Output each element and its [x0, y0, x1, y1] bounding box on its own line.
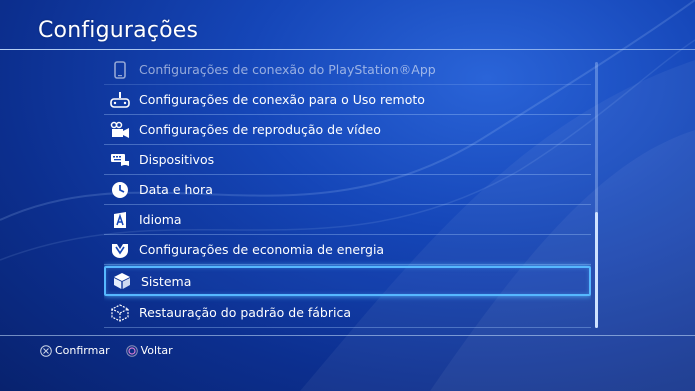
back-button[interactable]: Voltar: [125, 344, 173, 357]
list-item-power-saving[interactable]: Configurações de economia de energia: [104, 235, 591, 265]
list-item-label: Data e hora: [139, 182, 213, 197]
list-item-video-playback[interactable]: Configurações de reprodução de vídeo: [104, 115, 591, 145]
list-item-label: Configurações de conexão do PlayStation®…: [139, 62, 436, 77]
scrollbar[interactable]: [595, 62, 598, 328]
list-item-devices[interactable]: Dispositivos: [104, 145, 591, 175]
scrollbar-thumb[interactable]: [595, 212, 598, 328]
keyboard-controller-icon: [110, 150, 130, 170]
list-item-remote-play[interactable]: Configurações de conexão para o Uso remo…: [104, 85, 591, 115]
back-label: Voltar: [140, 344, 173, 357]
list-item-date-time[interactable]: Data e hora: [104, 175, 591, 205]
language-icon: [110, 210, 130, 230]
list-item-label: Idioma: [139, 212, 182, 227]
clock-icon: [110, 180, 130, 200]
power-saving-icon: [110, 240, 130, 260]
list-item-label: Restauração do padrão de fábrica: [139, 305, 352, 320]
list-item-playstation-app[interactable]: Configurações de conexão do PlayStation®…: [104, 55, 591, 85]
list-item-label: Configurações de reprodução de vídeo: [139, 122, 381, 137]
list-item-label: Dispositivos: [139, 152, 215, 167]
factory-reset-icon: [110, 303, 130, 323]
footer-divider: [0, 335, 695, 336]
list-item-system[interactable]: Sistema: [104, 266, 591, 296]
remote-play-icon: [110, 90, 130, 110]
button-guide: Confirmar Voltar: [40, 344, 189, 357]
phone-icon: [110, 60, 130, 80]
circle-button-icon: [125, 344, 138, 357]
list-item-label: Configurações de economia de energia: [139, 242, 385, 257]
list-item-label: Sistema: [141, 273, 192, 289]
confirm-button[interactable]: Confirmar: [40, 344, 110, 357]
film-icon: [110, 120, 130, 140]
list-item-factory-reset[interactable]: Restauração do padrão de fábrica: [104, 298, 591, 328]
list-item-label: Configurações de conexão para o Uso remo…: [139, 92, 425, 107]
system-cube-icon: [112, 271, 132, 291]
confirm-label: Confirmar: [55, 344, 110, 357]
title-divider: [0, 49, 695, 50]
settings-list: Configurações de conexão do PlayStation®…: [104, 55, 591, 332]
page-title: Configurações: [38, 18, 199, 43]
cross-button-icon: [40, 344, 52, 357]
list-item-language[interactable]: Idioma: [104, 205, 591, 235]
